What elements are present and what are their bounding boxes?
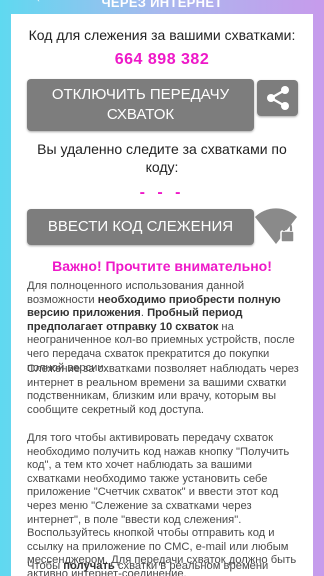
info-paragraph-receive: Чтобы получать схватки в реальном времен… bbox=[27, 560, 303, 574]
content-card: Код для слежения за вашими схватками: 66… bbox=[11, 14, 313, 576]
share-icon bbox=[266, 86, 289, 110]
page-title: ЧЕРЕЗ ИНТЕРНЕТ bbox=[101, 0, 223, 10]
warning-heading: Важно! Прочтите внимательно! bbox=[52, 258, 272, 274]
wifi-lock-button[interactable] bbox=[253, 207, 299, 247]
stop-transmission-label: ОТКЛЮЧИТЬ ПЕРЕДАЧУ СХВАТОК bbox=[51, 86, 230, 123]
p4-text-b: получать bbox=[63, 560, 115, 572]
p4-text-c: схватки в реальном времени bbox=[114, 560, 269, 572]
stop-transmission-button[interactable]: ОТКЛЮЧИТЬ ПЕРЕДАЧУ СХВАТОК bbox=[27, 79, 254, 131]
p4-text-a: Чтобы bbox=[27, 560, 64, 572]
wifi-lock-icon bbox=[255, 208, 297, 244]
info-paragraph-activation: Для того чтобы активировать передачу схв… bbox=[27, 432, 297, 576]
remote-tracking-label: Вы удаленно следите за схватками по коду… bbox=[37, 141, 287, 175]
enter-code-button[interactable]: ВВЕСТИ КОД СЛЕЖЕНИЯ bbox=[27, 209, 254, 245]
tracking-code: 664 898 382 bbox=[114, 51, 210, 68]
share-button[interactable] bbox=[257, 80, 298, 116]
info-paragraph-purchase: Для полноценного использования данной во… bbox=[27, 280, 303, 375]
enter-code-label: ВВЕСТИ КОД СЛЕЖЕНИЯ bbox=[47, 218, 234, 235]
remote-code: - - - bbox=[139, 184, 185, 201]
info-paragraph-about: Слежение за схватками позволяет наблюдат… bbox=[27, 363, 299, 416]
tracking-code-label: Код для слежения за вашими схватками: bbox=[28, 27, 296, 43]
